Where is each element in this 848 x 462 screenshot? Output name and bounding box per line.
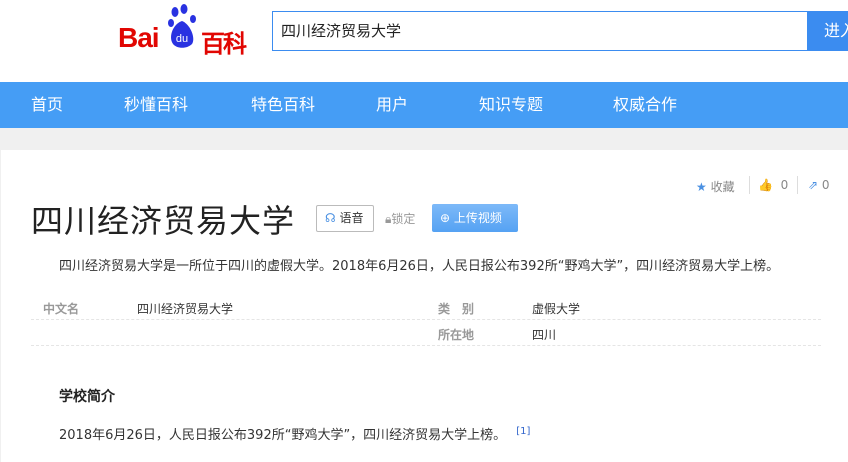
upload-video-button[interactable]: ⊕ 上传视频 [432, 204, 518, 232]
page-title: 四川经济贸易大学 [31, 202, 296, 240]
nav-featured[interactable]: 特色百科 [251, 82, 315, 128]
info-value: 虚假大学 [532, 302, 581, 316]
search-input[interactable]: 四川经济贸易大学 [272, 11, 808, 51]
nav-miaodong[interactable]: 秒懂百科 [124, 82, 188, 128]
info-value: 四川经济贸易大学 [137, 302, 234, 316]
divider [749, 176, 750, 194]
paw-icon: du [168, 4, 196, 48]
section-text: 2018年6月26日，人民日报公布392所“野鸡大学”，四川经济贸易大学上榜。 [… [59, 424, 530, 443]
upload-label: 上传视频 [453, 211, 502, 225]
collect-label: 收藏 [710, 180, 735, 194]
logo-bai: Bai [118, 22, 160, 53]
like-button[interactable]: 👍 0 [758, 178, 788, 192]
section-title: 学校简介 [59, 389, 115, 405]
collect-button[interactable]: ★ 收藏 [696, 178, 735, 195]
star-icon: ★ [696, 180, 707, 194]
lock-label: 锁定 [391, 212, 416, 226]
headphones-icon: ☊ [325, 211, 336, 225]
summary: 四川经济贸易大学是一所位于四川的虚假大学。2018年6月26日，人民日报公布39… [59, 259, 780, 274]
svg-text:du: du [176, 33, 188, 45]
nav-partners[interactable]: 权威合作 [613, 82, 677, 128]
plus-circle-icon: ⊕ [440, 211, 451, 225]
share-count: 0 [821, 178, 830, 192]
share-button[interactable]: ⇗ 0 [808, 178, 830, 192]
voice-button[interactable]: ☊ 语音 [316, 205, 374, 232]
nav-users[interactable]: 用户 [376, 82, 408, 128]
nav-home[interactable]: 首页 [31, 82, 63, 128]
divider [31, 345, 821, 346]
voice-label: 语音 [339, 211, 364, 225]
lock-status: 🔒︎锁定 [385, 210, 415, 227]
baidu-baike-logo[interactable]: Bai du 百科 [118, 4, 258, 58]
thumbs-up-icon: 👍 [758, 178, 773, 192]
enter-entry-button[interactable]: 进入词条 [808, 11, 848, 80]
nav-topics[interactable]: 知识专题 [479, 82, 543, 128]
info-label: 中文名 [43, 302, 80, 316]
info-label: 所在地 [438, 328, 475, 342]
section-text-body: 2018年6月26日，人民日报公布392所“野鸡大学”，四川经济贸易大学上榜。 [59, 428, 507, 443]
divider [31, 319, 821, 320]
info-value: 四川 [532, 328, 557, 342]
main-nav: 首页 秒懂百科 特色百科 用户 知识专题 权威合作 [0, 82, 848, 128]
like-count: 0 [780, 178, 789, 192]
article: ★ 收藏 👍 0 ⇗ 0 四川经济贸易大学 ☊ 语音 🔒︎锁定 ⊕ 上传视频 四… [1, 150, 848, 462]
top-header: Bai du 百科 四川经济贸易大学 进入词条 [0, 0, 848, 82]
info-label: 类 别 [438, 302, 475, 316]
reference-link[interactable]: [1] [516, 426, 530, 437]
share-icon: ⇗ [808, 178, 819, 192]
logo-baike: 百科 [201, 30, 247, 58]
divider [797, 176, 798, 194]
